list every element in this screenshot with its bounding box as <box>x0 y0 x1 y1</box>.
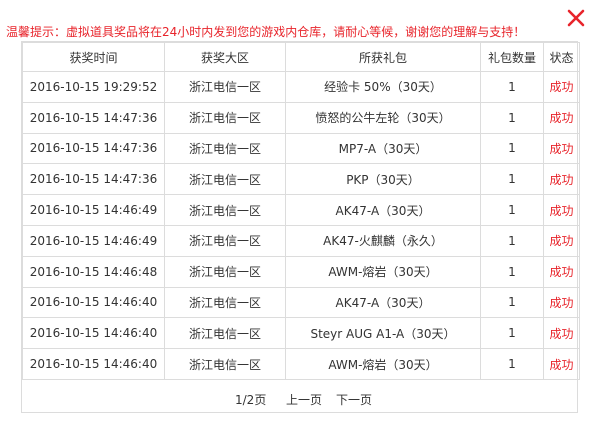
close-icon[interactable] <box>566 8 586 28</box>
table-body: 2016-10-15 19:29:52 浙江电信一区 经验卡 50%（30天） 1 成功… <box>22 71 580 380</box>
table-row: 2016-10-15 14:46:49 浙江电信一区 AK47-A（30天） 1 成功 <box>22 194 580 226</box>
cell-time: 2016-10-15 14:46:49 <box>22 224 165 257</box>
cell-package: AK47-A（30天） <box>285 194 481 226</box>
header-time: 获奖时间 <box>22 42 165 72</box>
table-row: 2016-10-15 14:46:49 浙江电信一区 AK47-火麒麟（永久） 1 成功 <box>22 224 580 257</box>
cell-time: 2016-10-15 14:47:36 <box>22 163 165 196</box>
header-quantity: 礼包数量 <box>480 42 544 72</box>
cell-quantity: 1 <box>480 101 544 134</box>
cell-status: 成功 <box>543 194 580 226</box>
cell-status: 成功 <box>543 286 580 319</box>
cell-package: AK47-A（30天） <box>285 286 481 319</box>
cell-time: 2016-10-15 14:47:36 <box>22 101 165 134</box>
cell-region: 浙江电信一区 <box>164 71 286 103</box>
cell-status: 成功 <box>543 71 580 103</box>
cell-region: 浙江电信一区 <box>164 286 286 319</box>
page-indicator: 1/2页 <box>235 393 267 407</box>
table-row: 2016-10-15 14:46:48 浙江电信一区 AWM-熔岩（30天） 1 成功 <box>22 255 580 288</box>
cell-status: 成功 <box>543 224 580 257</box>
table-header-row: 获奖时间 获奖大区 所获礼包 礼包数量 状态 <box>22 42 580 72</box>
cell-package: 经验卡 50%（30天） <box>285 71 481 103</box>
cell-time: 2016-10-15 19:29:52 <box>22 71 165 103</box>
cell-region: 浙江电信一区 <box>164 317 286 350</box>
pagination: 1/2页 上一页 下一页 <box>22 387 579 409</box>
header-region: 获奖大区 <box>164 42 286 72</box>
cell-package: AWM-熔岩（30天） <box>285 255 481 288</box>
table-row: 2016-10-15 19:29:52 浙江电信一区 经验卡 50%（30天） 1 成功 <box>22 71 580 103</box>
cell-quantity: 1 <box>480 132 544 165</box>
table-row: 2016-10-15 14:47:36 浙江电信一区 愤怒的公牛左轮（30天） 1 成功 <box>22 101 580 134</box>
table-row: 2016-10-15 14:46:40 浙江电信一区 Steyr AUG A1-A（… <box>22 317 580 350</box>
prize-record-dialog: 温馨提示：虚拟道具奖品将在24小时内发到您的游戏内仓库，请耐心等候，谢谢您的理解… <box>0 0 600 445</box>
cell-time: 2016-10-15 14:47:36 <box>22 132 165 165</box>
cell-region: 浙江电信一区 <box>164 194 286 226</box>
table-row: 2016-10-15 14:47:36 浙江电信一区 MP7-A（30天） 1 成功 <box>22 132 580 165</box>
cell-package: AK47-火麒麟（永久） <box>285 224 481 257</box>
cell-quantity: 1 <box>480 286 544 319</box>
header-package: 所获礼包 <box>285 42 481 72</box>
cell-region: 浙江电信一区 <box>164 348 286 380</box>
cell-quantity: 1 <box>480 194 544 226</box>
table-row: 2016-10-15 14:46:40 浙江电信一区 AWM-熔岩（30天） 1 成功 <box>22 348 580 380</box>
cell-status: 成功 <box>543 101 580 134</box>
cell-package: 愤怒的公牛左轮（30天） <box>285 101 481 134</box>
table-row: 2016-10-15 14:46:40 浙江电信一区 AK47-A（30天） 1 成功 <box>22 286 580 319</box>
cell-status: 成功 <box>543 348 580 380</box>
cell-quantity: 1 <box>480 71 544 103</box>
cell-quantity: 1 <box>480 255 544 288</box>
cell-time: 2016-10-15 14:46:40 <box>22 286 165 319</box>
cell-time: 2016-10-15 14:46:40 <box>22 348 165 380</box>
header-status: 状态 <box>543 42 580 72</box>
cell-time: 2016-10-15 14:46:48 <box>22 255 165 288</box>
cell-status: 成功 <box>543 255 580 288</box>
table-row: 2016-10-15 14:47:36 浙江电信一区 PKP（30天） 1 成功 <box>22 163 580 196</box>
cell-quantity: 1 <box>480 348 544 380</box>
cell-time: 2016-10-15 14:46:49 <box>22 194 165 226</box>
cell-region: 浙江电信一区 <box>164 224 286 257</box>
cell-region: 浙江电信一区 <box>164 163 286 196</box>
cell-status: 成功 <box>543 317 580 350</box>
next-page-link[interactable]: 下一页 <box>336 391 372 408</box>
cell-status: 成功 <box>543 163 580 196</box>
cell-package: AWM-熔岩（30天） <box>285 348 481 380</box>
cell-status: 成功 <box>543 132 580 165</box>
cell-quantity: 1 <box>480 163 544 196</box>
cell-region: 浙江电信一区 <box>164 255 286 288</box>
prev-page-link[interactable]: 上一页 <box>286 391 322 408</box>
cell-package: PKP（30天） <box>285 163 481 196</box>
prize-table: 获奖时间 获奖大区 所获礼包 礼包数量 状态 2016-10-15 19:29:… <box>22 42 580 380</box>
cell-quantity: 1 <box>480 317 544 350</box>
notice-text: 温馨提示：虚拟道具奖品将在24小时内发到您的游戏内仓库，请耐心等候，谢谢您的理解… <box>6 25 526 39</box>
cell-quantity: 1 <box>480 224 544 257</box>
cell-time: 2016-10-15 14:46:40 <box>22 317 165 350</box>
cell-package: MP7-A（30天） <box>285 132 481 165</box>
cell-package: Steyr AUG A1-A（30天） <box>285 317 481 350</box>
record-panel: 获奖时间 获奖大区 所获礼包 礼包数量 状态 2016-10-15 19:29:… <box>21 41 580 413</box>
cell-region: 浙江电信一区 <box>164 132 286 165</box>
cell-region: 浙江电信一区 <box>164 101 286 134</box>
